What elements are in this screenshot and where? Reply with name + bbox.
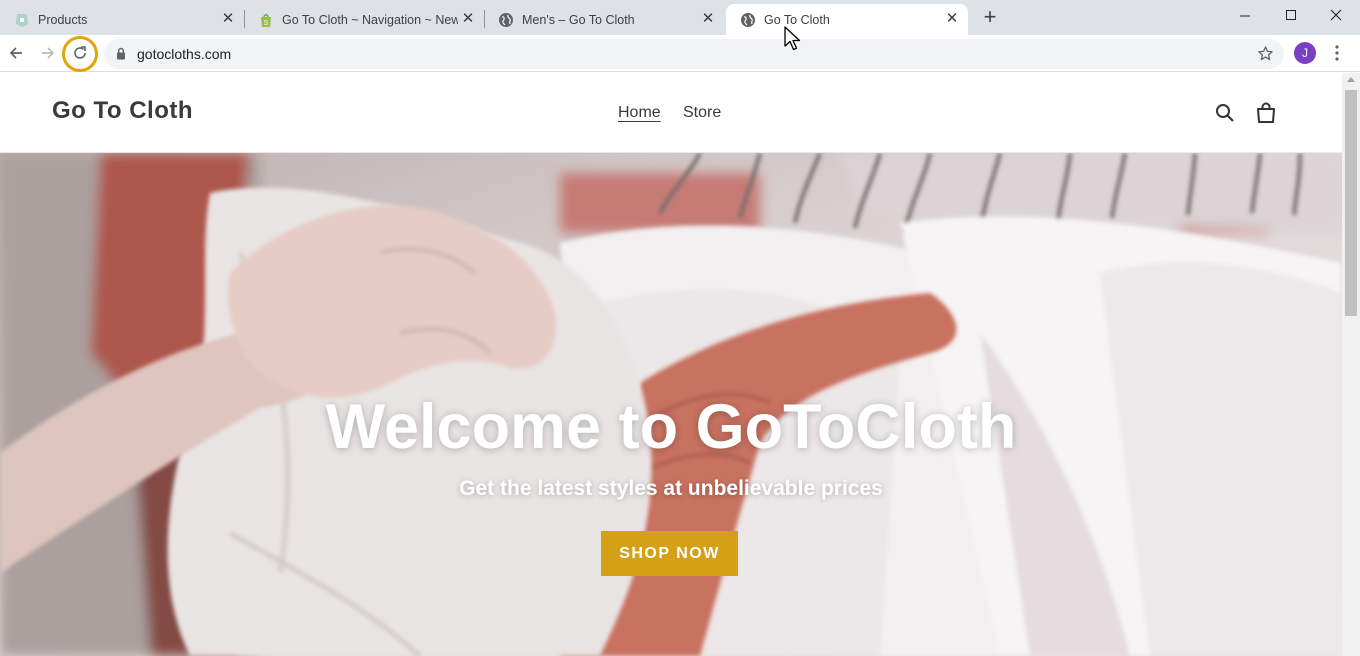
tab-products[interactable]: Products ✕ bbox=[0, 4, 244, 35]
shopify-bag-icon: S bbox=[258, 12, 274, 28]
minimize-icon bbox=[1240, 15, 1250, 17]
more-vert-icon bbox=[1335, 45, 1339, 61]
back-arrow-icon bbox=[9, 47, 22, 59]
shop-now-button[interactable]: SHOP NOW bbox=[601, 531, 738, 576]
forward-button[interactable] bbox=[34, 39, 62, 67]
scrollbar-thumb[interactable] bbox=[1345, 90, 1357, 316]
back-button[interactable] bbox=[2, 39, 30, 67]
new-tab-button[interactable]: + bbox=[980, 6, 1000, 28]
tab-title: Go To Cloth bbox=[764, 12, 830, 27]
svg-text:S: S bbox=[264, 20, 269, 27]
hero-title: Welcome to GoToCloth bbox=[325, 392, 1017, 462]
minimize-button[interactable] bbox=[1222, 0, 1268, 30]
tab-title: Men's – Go To Cloth bbox=[522, 12, 635, 27]
profile-avatar[interactable]: J bbox=[1294, 42, 1316, 64]
tab-title: Go To Cloth ~ Navigation ~ New bbox=[282, 12, 458, 27]
tab-mens[interactable]: Men's – Go To Cloth ✕ bbox=[484, 4, 724, 35]
address-bar[interactable]: gotocloths.com bbox=[104, 39, 1284, 69]
page-scrollbar[interactable] bbox=[1342, 73, 1360, 656]
url-text: gotocloths.com bbox=[137, 46, 232, 62]
nav-home-link[interactable]: Home bbox=[618, 104, 661, 122]
close-icon[interactable]: ✕ bbox=[700, 11, 716, 27]
search-button[interactable] bbox=[1215, 103, 1235, 128]
cart-button[interactable] bbox=[1256, 102, 1276, 129]
shopping-bag-icon bbox=[1257, 102, 1275, 123]
site-logo[interactable]: Go To Cloth bbox=[52, 97, 193, 125]
globe-icon bbox=[498, 12, 514, 28]
forward-arrow-icon bbox=[42, 47, 55, 59]
lock-icon bbox=[117, 47, 125, 60]
tab-go-to-cloth[interactable]: Go To Cloth ✕ bbox=[726, 4, 968, 35]
close-icon[interactable]: ✕ bbox=[460, 11, 476, 27]
close-icon[interactable]: ✕ bbox=[220, 11, 236, 27]
tab-navigation[interactable]: S Go To Cloth ~ Navigation ~ New ✕ bbox=[244, 4, 484, 35]
window-close-button[interactable] bbox=[1313, 0, 1359, 30]
nav-store-link[interactable]: Store bbox=[683, 104, 721, 122]
maximize-icon bbox=[1286, 10, 1296, 20]
reload-icon bbox=[74, 46, 86, 59]
browser-toolbar: gotocloths.com bbox=[0, 35, 1360, 72]
shopify-admin-icon bbox=[14, 12, 30, 28]
hero-subtitle: Get the latest styles at unbelievable pr… bbox=[459, 477, 883, 500]
close-icon[interactable]: ✕ bbox=[944, 11, 960, 27]
page-viewport: Go To Cloth Home Store Welcome to GoToCl… bbox=[0, 73, 1342, 656]
browser-menu-button[interactable] bbox=[1330, 44, 1344, 62]
scroll-up-arrow-icon[interactable] bbox=[1347, 77, 1355, 82]
mouse-cursor-icon bbox=[784, 26, 801, 51]
site-header: Go To Cloth Home Store bbox=[0, 73, 1342, 153]
globe-icon bbox=[740, 12, 756, 28]
tab-title: Products bbox=[38, 12, 88, 27]
tab-strip: Products ✕ S Go To Cloth ~ Navigation ~ … bbox=[0, 0, 1360, 35]
maximize-button[interactable] bbox=[1268, 0, 1314, 30]
search-icon bbox=[1216, 104, 1234, 122]
close-icon bbox=[1330, 9, 1342, 21]
hero-banner: Welcome to GoToCloth Get the latest styl… bbox=[0, 153, 1342, 656]
bookmark-star-icon bbox=[1258, 46, 1273, 61]
reload-button[interactable] bbox=[66, 39, 94, 67]
